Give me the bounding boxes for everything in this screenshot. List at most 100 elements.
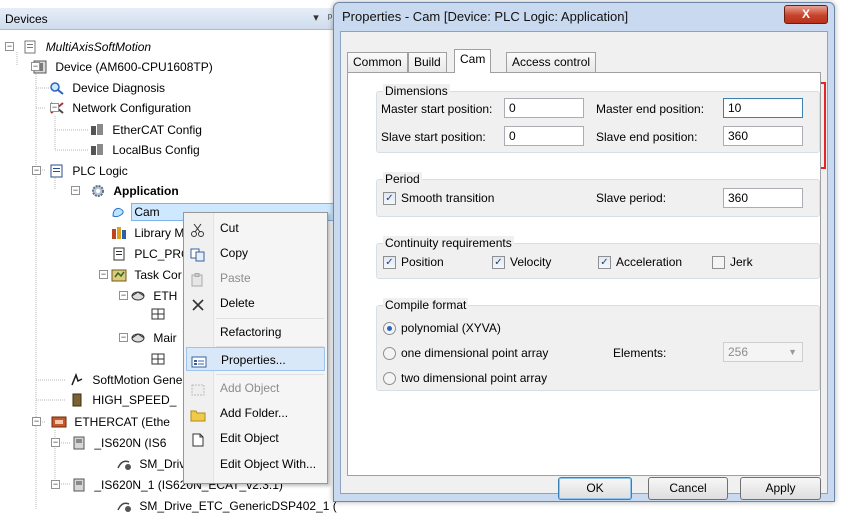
slave-end-label: Slave end position: xyxy=(596,130,698,144)
elements-label: Elements: xyxy=(613,346,667,360)
gear-icon xyxy=(90,184,106,198)
tree-item-is620n[interactable]: _IS620N (IS6 xyxy=(71,434,168,452)
tree-item-localbus-config[interactable]: LocalBus Config xyxy=(89,141,202,159)
tree-item-library-manager[interactable]: Library M xyxy=(111,224,186,242)
tree-item-task-configuration[interactable]: Task Cor xyxy=(111,266,184,284)
folder-icon xyxy=(190,406,206,422)
tree-item-ethercat-task[interactable]: ETH xyxy=(130,287,179,305)
tree-item-ethercat-master[interactable]: ETHERCAT (Ethe xyxy=(51,413,172,431)
tree-item-network-configuration[interactable]: Network Configuration xyxy=(49,99,193,117)
axis-icon xyxy=(116,499,132,513)
acceleration-checkbox[interactable]: ✓ xyxy=(598,256,611,269)
context-menu: Cut Copy Paste Delete Refactoring Proper… xyxy=(183,212,328,484)
tree-item-high-speed[interactable]: HIGH_SPEED_ xyxy=(69,391,178,409)
tree-item-plc-logic[interactable]: PLC Logic xyxy=(49,162,130,180)
tree-item-softmotion-general[interactable]: SoftMotion Gene xyxy=(69,371,184,389)
add-object-icon xyxy=(190,381,206,396)
tree-item-project[interactable]: − MultiAxisSoftMotion xyxy=(5,38,153,56)
collapse-icon[interactable]: − xyxy=(31,62,40,71)
menu-item-cut[interactable]: Cut xyxy=(186,216,325,240)
slave-period-input[interactable]: 360 xyxy=(723,188,803,208)
drive-icon xyxy=(71,436,87,450)
position-label: Position xyxy=(401,255,444,269)
master-start-input[interactable]: 0 xyxy=(504,98,584,118)
tab-common[interactable]: Common xyxy=(347,52,408,72)
ok-button[interactable]: OK xyxy=(558,477,632,500)
program-call-icon xyxy=(150,307,166,321)
ethercat-master-icon xyxy=(51,415,67,429)
tree-item-sm-drive[interactable]: SM_Driv xyxy=(116,455,187,473)
smooth-transition-label: Smooth transition xyxy=(401,191,495,205)
master-end-input[interactable]: 10 xyxy=(723,98,803,118)
program-icon xyxy=(111,247,127,261)
collapse-icon[interactable]: − xyxy=(50,103,59,112)
edit-object-icon xyxy=(190,431,206,447)
collapse-icon[interactable]: − xyxy=(119,291,128,300)
cam-tab-page: Dimensions Master start position: 0 Mast… xyxy=(347,72,821,476)
collapse-icon[interactable]: − xyxy=(32,417,41,426)
menu-item-refactoring[interactable]: Refactoring xyxy=(186,320,325,344)
collapse-icon[interactable]: − xyxy=(71,186,80,195)
task-icon xyxy=(130,331,146,345)
close-button[interactable]: X xyxy=(784,5,828,24)
tree-item-application[interactable]: Application xyxy=(90,182,181,200)
tab-access-control[interactable]: Access control xyxy=(506,52,597,72)
tree-item-device-diagnosis[interactable]: Device Diagnosis xyxy=(49,79,167,97)
slave-period-label: Slave period: xyxy=(596,191,667,205)
tree-item-ethercat-task-call[interactable] xyxy=(150,305,168,323)
menu-item-paste[interactable]: Paste xyxy=(186,266,325,290)
slave-start-label: Slave start position: xyxy=(381,130,486,144)
continuity-group: Continuity requirements ✓ Position ✓ Vel… xyxy=(376,236,820,279)
menu-item-add-folder[interactable]: Add Folder... xyxy=(186,401,325,425)
elements-select[interactable]: 256 ▼ xyxy=(723,342,803,362)
menu-item-delete[interactable]: Delete xyxy=(186,291,325,315)
compile-format-title: Compile format xyxy=(383,298,469,312)
project-icon xyxy=(22,40,38,54)
tree-item-ethercat-config[interactable]: EtherCAT Config xyxy=(89,121,204,139)
velocity-checkbox[interactable]: ✓ xyxy=(492,256,505,269)
collapse-icon[interactable]: − xyxy=(51,480,60,489)
menu-item-edit-object[interactable]: Edit Object xyxy=(186,426,325,450)
menu-item-copy[interactable]: Copy xyxy=(186,241,325,265)
tree-item-sm-drive-1[interactable]: SM_Drive_ETC_GenericDSP402_1 ( xyxy=(116,497,339,515)
jerk-checkbox[interactable] xyxy=(712,256,725,269)
localbus-config-icon xyxy=(89,143,105,157)
tree-item-plc-prg[interactable]: PLC_PRC xyxy=(111,245,192,263)
tab-build[interactable]: Build xyxy=(408,52,447,72)
menu-item-add-object[interactable]: Add Object xyxy=(186,376,325,400)
collapse-icon[interactable]: − xyxy=(99,270,108,279)
cancel-button[interactable]: Cancel xyxy=(648,477,728,500)
collapse-icon[interactable]: − xyxy=(5,42,14,51)
two-dimensional-radio[interactable] xyxy=(383,372,396,385)
tab-cam[interactable]: Cam xyxy=(454,49,492,73)
properties-icon xyxy=(191,353,207,368)
dimensions-title: Dimensions xyxy=(383,84,450,98)
delete-icon xyxy=(190,296,206,311)
dialog-client-area: Common Build Cam Access control Dimensio… xyxy=(340,31,828,494)
ethercat-config-icon xyxy=(89,123,105,137)
one-dimensional-radio[interactable] xyxy=(383,347,396,360)
slave-end-input[interactable]: 360 xyxy=(723,126,803,146)
tree-item-device[interactable]: Device (AM600-CPU1608TP) xyxy=(32,58,215,76)
dimensions-group: Dimensions Master start position: 0 Mast… xyxy=(376,84,820,153)
position-checkbox[interactable]: ✓ xyxy=(383,256,396,269)
drive-icon xyxy=(71,478,87,492)
collapse-icon[interactable]: − xyxy=(32,166,41,175)
axis-icon xyxy=(116,457,132,471)
master-end-label: Master end position: xyxy=(596,102,705,116)
copy-icon xyxy=(190,246,206,262)
menu-item-properties[interactable]: Properties... xyxy=(186,347,325,371)
tree-item-main-task-call[interactable] xyxy=(150,350,168,368)
tree-item-main-task[interactable]: Mair xyxy=(130,329,179,347)
menu-item-edit-object-with[interactable]: Edit Object With... xyxy=(186,452,325,476)
collapse-icon[interactable]: − xyxy=(51,438,60,447)
polynomial-radio[interactable] xyxy=(383,322,396,335)
collapse-icon[interactable]: − xyxy=(119,333,128,342)
polynomial-label: polynomial (XYVA) xyxy=(401,321,501,335)
compile-format-group: Compile format polynomial (XYVA) one dim… xyxy=(376,298,820,391)
scissors-icon xyxy=(190,221,206,237)
diagnosis-icon xyxy=(49,81,65,95)
smooth-transition-checkbox[interactable]: ✓ xyxy=(383,192,396,205)
apply-button[interactable]: Apply xyxy=(740,477,821,500)
slave-start-input[interactable]: 0 xyxy=(504,126,584,146)
